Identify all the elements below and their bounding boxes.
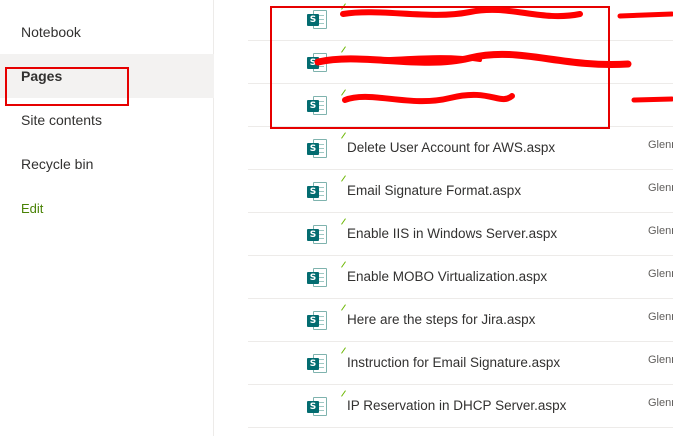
new-item-icon [341,46,347,54]
new-item-icon [341,132,347,140]
modified-by: Glenn [648,139,673,151]
list-item[interactable]: S Delete User Account for AWS.aspx Glenn [248,127,673,170]
list-item[interactable]: S IP Reservation in DHCP Server.aspx Glenn [248,385,673,428]
edit-link-label: Edit [21,200,44,216]
file-name-link[interactable]: Delete User Account for AWS.aspx [347,140,555,155]
list-item[interactable]: S Here are the steps for Jira.aspx Glenn [248,299,673,342]
left-navigation: Notebook Pages Site contents Recycle bin… [0,0,214,436]
file-name-link[interactable]: IP Reservation in DHCP Server.aspx [347,398,566,413]
sharepoint-page-icon: S [307,139,327,159]
nav-item-label: Notebook [21,24,81,40]
nav-item-recycle-bin[interactable]: Recycle bin [0,142,214,186]
list-item[interactable]: S Enable MOBO Virtualization.aspx Glenn [248,256,673,299]
sharepoint-page-icon: S [307,311,327,331]
sharepoint-page-icon: S [307,268,327,288]
modified-by: Glenn [648,397,673,409]
nav-item-label: Pages [21,68,63,84]
list-item[interactable]: S [248,41,673,84]
new-item-icon [341,261,347,269]
nav-item-pages[interactable]: Pages [0,54,214,98]
new-item-icon [341,218,347,226]
modified-by: Glenn [648,182,673,194]
file-name-link[interactable]: Enable MOBO Virtualization.aspx [347,269,547,284]
file-name-link[interactable]: Instruction for Email Signature.aspx [347,355,560,370]
file-name-link[interactable]: Email Signature Format.aspx [347,183,521,198]
new-item-icon [341,89,347,97]
new-item-icon [341,304,347,312]
new-item-icon [341,347,347,355]
edit-navigation-link[interactable]: Edit [0,186,214,230]
sharepoint-page-icon: S [307,354,327,374]
sharepoint-page-icon: S [307,53,327,73]
nav-item-label: Site contents [21,112,102,128]
modified-by: Glenn [648,311,673,323]
modified-by: Glenn [648,354,673,366]
new-item-icon [341,390,347,398]
modified-by: Glenn [648,225,673,237]
file-name-link[interactable]: Here are the steps for Jira.aspx [347,312,535,327]
nav-item-label: Recycle bin [21,156,94,172]
list-item[interactable]: S [248,0,673,41]
pages-list: S S S S Delete User Account for AWS.aspx Glen… [248,0,673,436]
list-item[interactable]: S Instruction for Email Signature.aspx Gle… [248,342,673,385]
file-name-link[interactable]: Enable IIS in Windows Server.aspx [347,226,557,241]
sharepoint-page-icon: S [307,225,327,245]
sharepoint-page-icon: S [307,10,327,30]
nav-item-site-contents[interactable]: Site contents [0,98,214,142]
sharepoint-page-icon: S [307,397,327,417]
sharepoint-page-icon: S [307,96,327,116]
list-item[interactable]: S Email Signature Format.aspx Glenn [248,170,673,213]
new-item-icon [341,3,347,11]
sharepoint-page-icon: S [307,182,327,202]
list-item[interactable]: S [248,84,673,127]
list-item[interactable]: S Enable IIS in Windows Server.aspx Glenn [248,213,673,256]
new-item-icon [341,175,347,183]
nav-item-notebook[interactable]: Notebook [0,10,214,54]
modified-by: Glenn [648,268,673,280]
